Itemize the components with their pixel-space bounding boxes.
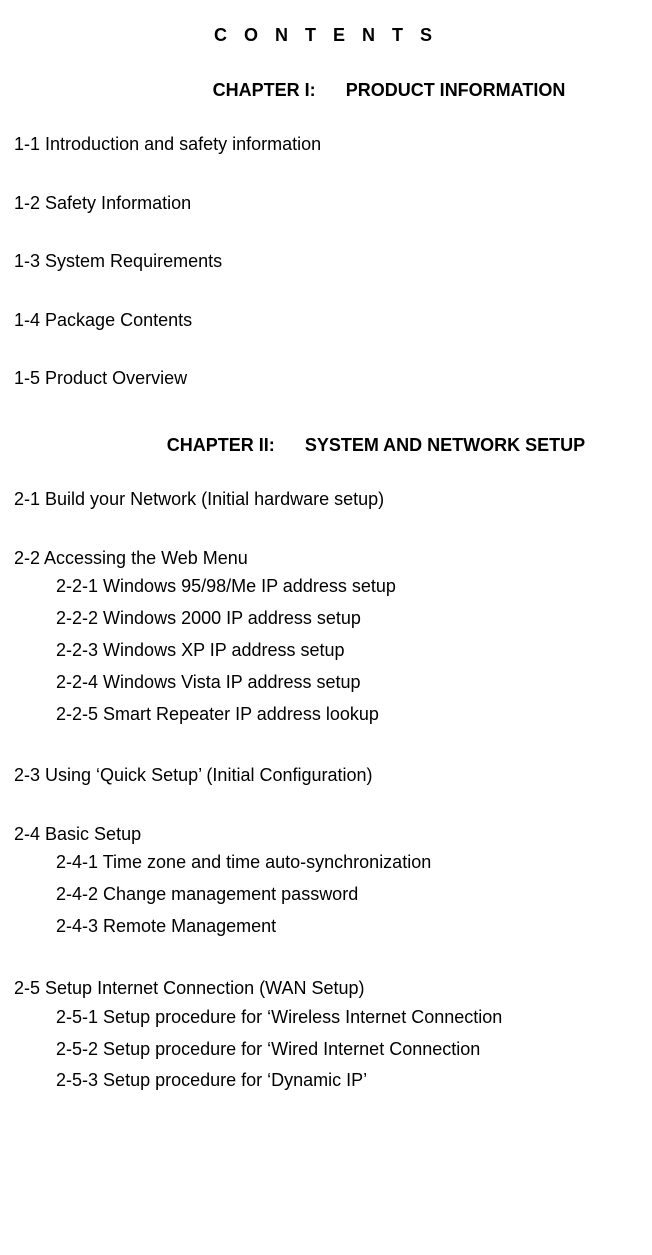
chapter-label: CHAPTER II: <box>167 435 275 455</box>
subsection-number: 2-2-5 <box>56 704 98 724</box>
toc-subsection: 2-5-3 Setup procedure for ‘Dynamic IP’ <box>56 1067 638 1095</box>
subsection-title: Windows 2000 IP address setup <box>103 608 361 628</box>
subsection-number: 2-5-3 <box>56 1070 98 1090</box>
toc-section: 1-4 Package Contents <box>14 309 638 332</box>
section-number: 2-2 <box>14 548 40 568</box>
subsection-number: 2-4-3 <box>56 916 98 936</box>
toc-subsection: 2-4-1 Time zone and time auto-synchroniz… <box>56 849 638 877</box>
subsection-number: 2-2-4 <box>56 672 98 692</box>
toc-section: 1-2 Safety Information <box>14 192 638 215</box>
toc-section: 2-1 Build your Network (Initial hardware… <box>14 488 638 511</box>
toc-section: 2-5 Setup Internet Connection (WAN Setup… <box>14 977 638 1095</box>
toc-subsection: 2-2-4 Windows Vista IP address setup <box>56 669 638 697</box>
section-number: 2-5 <box>14 978 40 998</box>
subsection-number: 2-5-1 <box>56 1007 98 1027</box>
toc-section: 2-3 Using ‘Quick Setup’ (Initial Configu… <box>14 764 638 787</box>
subsection-title: Windows 95/98/Me IP address setup <box>103 576 396 596</box>
chapter-block: CHAPTER II: SYSTEM AND NETWORK SETUP 2-1… <box>14 434 638 1096</box>
toc-subsection: 2-5-2 Setup procedure for ‘Wired Interne… <box>56 1036 638 1064</box>
subsection-title: Windows XP IP address setup <box>103 640 344 660</box>
section-number: 1-1 <box>14 134 40 154</box>
section-number: 1-2 <box>14 193 40 213</box>
subsection-title: Remote Management <box>103 916 276 936</box>
toc-section: 2-4 Basic Setup 2-4-1 Time zone and time… <box>14 823 638 941</box>
subsection-number: 2-5-2 <box>56 1039 98 1059</box>
toc-subsection: 2-4-2 Change management password <box>56 881 638 909</box>
section-title: Using ‘Quick Setup’ (Initial Configurati… <box>45 765 372 785</box>
section-title: Accessing the Web Menu <box>44 548 248 568</box>
section-title: Build your Network (Initial hardware set… <box>45 489 384 509</box>
section-number: 1-5 <box>14 368 40 388</box>
chapter-name: SYSTEM AND NETWORK SETUP <box>305 435 585 455</box>
subsection-title: Windows Vista IP address setup <box>103 672 360 692</box>
document-page: C O N T E N T S CHAPTER I: PRODUCT INFOR… <box>0 0 652 1255</box>
subsection-title: Change management password <box>103 884 358 904</box>
chapter-heading: CHAPTER II: SYSTEM AND NETWORK SETUP <box>14 434 638 457</box>
toc-subsection: 2-2-5 Smart Repeater IP address lookup <box>56 701 638 729</box>
chapter-name: PRODUCT INFORMATION <box>346 80 566 100</box>
toc-subsection: 2-5-1 Setup procedure for ‘Wireless Inte… <box>56 1004 638 1032</box>
subsection-title: Time zone and time auto-synchronization <box>103 852 432 872</box>
section-title: Setup Internet Connection (WAN Setup) <box>45 978 365 998</box>
subsection-number: 2-2-2 <box>56 608 98 628</box>
section-number: 2-3 <box>14 765 40 785</box>
subsection-title: Setup procedure for ‘Dynamic IP’ <box>103 1070 367 1090</box>
toc-section: 1-3 System Requirements <box>14 250 638 273</box>
subsection-number: 2-4-2 <box>56 884 98 904</box>
section-title: Introduction and safety information <box>45 134 321 154</box>
section-title: Package Contents <box>45 310 192 330</box>
section-title: Safety Information <box>45 193 191 213</box>
section-number: 2-4 <box>14 824 40 844</box>
section-title: Basic Setup <box>45 824 141 844</box>
chapter-heading: CHAPTER I: PRODUCT INFORMATION <box>14 79 638 102</box>
section-number: 1-3 <box>14 251 40 271</box>
section-title: System Requirements <box>45 251 222 271</box>
toc-subsection: 2-2-3 Windows XP IP address setup <box>56 637 638 665</box>
section-title: Product Overview <box>45 368 187 388</box>
chapter-label: CHAPTER I: <box>213 80 316 100</box>
toc-subsection: 2-2-2 Windows 2000 IP address setup <box>56 605 638 633</box>
page-title: C O N T E N T S <box>14 24 638 47</box>
toc-section: 2-2 Accessing the Web Menu 2-2-1 Windows… <box>14 547 638 729</box>
toc-subsection: 2-4-3 Remote Management <box>56 913 638 941</box>
subsection-number: 2-2-3 <box>56 640 98 660</box>
section-number: 2-1 <box>14 489 40 509</box>
subsection-number: 2-4-1 <box>56 852 98 872</box>
section-number: 1-4 <box>14 310 40 330</box>
subsection-title: Setup procedure for ‘Wireless Internet C… <box>103 1007 502 1027</box>
subsection-title: Smart Repeater IP address lookup <box>103 704 379 724</box>
subsection-title: Setup procedure for ‘Wired Internet Conn… <box>103 1039 480 1059</box>
subsection-number: 2-2-1 <box>56 576 98 596</box>
toc-subsection: 2-2-1 Windows 95/98/Me IP address setup <box>56 573 638 601</box>
toc-section: 1-1 Introduction and safety information <box>14 133 638 156</box>
toc-section: 1-5 Product Overview <box>14 367 638 390</box>
